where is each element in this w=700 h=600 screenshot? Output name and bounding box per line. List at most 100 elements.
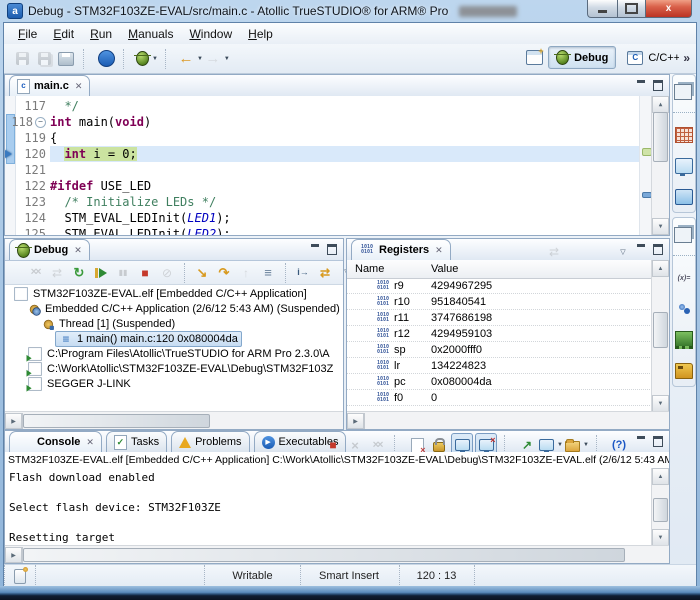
console-output[interactable]: Flash download enabled Select flash devi… [5,468,652,546]
info-button[interactable] [96,48,116,70]
device-fastview-button[interactable] [674,186,694,208]
editor-scroll-thumb[interactable] [653,112,668,162]
scroll-up-icon[interactable]: ▲ [652,468,669,485]
suspend-button[interactable] [113,263,133,282]
maximize-view-icon[interactable] [650,78,666,92]
close-tab-icon[interactable]: ✕ [75,81,83,92]
register-row[interactable]: lr134224823 [347,358,652,374]
register-row[interactable]: r124294959103 [347,326,652,342]
breakpoints-fastview-button[interactable] [674,298,694,320]
tab-console[interactable]: Console✕ [9,431,102,452]
registers-vertical-scrollbar[interactable]: ▲ ▼ [651,260,669,412]
tree-item[interactable]: STM32F103ZE-EVAL.elf [Embedded C/C++ App… [5,286,343,301]
reset-button[interactable] [69,263,89,282]
tab-debug[interactable]: Debug ✕ [9,239,90,260]
close-tab-icon[interactable]: ✕ [86,437,94,448]
scroll-down-icon[interactable]: ▼ [652,529,669,546]
disconnect-button[interactable] [157,263,177,282]
dropdown-arrow-icon[interactable]: ▼ [197,56,203,62]
column-name[interactable]: Name [347,263,384,275]
menu-manuals[interactable]: Manuals [120,25,181,43]
minimize-button[interactable] [587,0,618,18]
resume-button[interactable] [91,263,111,282]
tree-item[interactable]: Embedded C/C++ Application (2/6/12 5:43 … [5,301,343,316]
editor-vertical-scrollbar[interactable]: ▲ ▼ [651,96,669,235]
menu-run[interactable]: Run [82,25,120,43]
nav-forward-button[interactable]: ▼ [205,48,230,70]
print-button[interactable] [56,48,76,70]
tree-item[interactable]: Thread [1] (Suspended) [5,316,343,331]
console-vertical-scrollbar[interactable]: ▲ ▼ [651,468,669,546]
tab-registers[interactable]: Registers ✕ [351,239,451,260]
close-tab-icon[interactable]: ✕ [435,245,443,256]
register-row[interactable]: sp0x2000fff0 [347,342,652,358]
trace-button[interactable] [315,263,335,282]
perspective-debug-button[interactable]: Debug [548,46,616,69]
tree-item[interactable]: C:\Work\Atollic\STM32F103ZE-EVAL\Debug\S… [5,361,343,376]
dropdown-arrow-icon[interactable]: ▼ [557,442,563,448]
scroll-up-icon[interactable]: ▲ [652,260,669,277]
close-tab-icon[interactable]: ✕ [74,245,82,256]
maximize-view-icon[interactable] [650,242,666,256]
debug-horizontal-scrollbar[interactable]: ◀ ▶ [5,411,343,429]
minimize-view-icon[interactable] [633,78,649,92]
fold-minus-icon[interactable] [35,117,46,128]
tree-item[interactable]: C:\Program Files\Atollic\TrueSTUDIO for … [5,346,343,361]
memory-fastview-button[interactable] [674,329,694,351]
menu-window[interactable]: Window [181,25,240,43]
register-row[interactable]: r10951840541 [347,294,652,310]
connect-button[interactable] [47,263,67,282]
menu-file[interactable]: File [10,25,45,43]
console-scroll-thumb[interactable] [653,498,668,522]
scroll-right-icon[interactable]: ▶ [347,413,364,429]
nav-back-button[interactable]: ▼ [178,48,203,70]
registers-scroll-thumb[interactable] [653,312,668,348]
bug-button[interactable]: ▼ [136,48,158,70]
scroll-right-icon[interactable]: ▶ [5,547,22,563]
sfr-fastview-button[interactable] [674,360,694,382]
restore-fastview-button[interactable] [674,79,694,101]
step-return-button[interactable] [236,263,256,282]
register-row[interactable]: f00 [347,390,652,406]
remove-all-terminated-button[interactable] [25,263,45,282]
step-over-button[interactable] [214,263,234,282]
maximize-view-icon[interactable] [324,242,340,256]
restore-fastview-button[interactable] [674,222,694,244]
expressions-fastview-button[interactable] [674,267,694,289]
code-editor[interactable]: 117 */118int main(void)119{120 int i = 0… [5,96,669,235]
minimize-view-icon[interactable] [633,434,649,448]
dropdown-arrow-icon[interactable]: ▼ [224,56,230,62]
column-value[interactable]: Value [431,263,458,275]
minimize-view-icon[interactable] [307,242,323,256]
tab-tasks[interactable]: ✓Tasks [106,431,167,452]
console-scroll-thumb[interactable] [23,548,625,562]
save-button[interactable] [12,48,32,70]
dropdown-arrow-icon[interactable]: ▼ [583,442,589,448]
menu-help[interactable]: Help [240,25,281,43]
close-button[interactable]: x [646,0,692,18]
maximize-view-icon[interactable] [650,434,666,448]
console-help-button[interactable]: (?) [609,439,629,451]
perspective-more-chevron[interactable]: » [683,51,690,65]
step-mode-button[interactable] [293,263,313,282]
grid-fastview-button[interactable] [674,124,694,146]
perspective-cpp-button[interactable]: C C/C++ [620,47,679,68]
menu-edit[interactable]: Edit [45,25,82,43]
tree-item[interactable]: 1 main() main.c:120 0x080004da [5,331,343,346]
tree-item[interactable]: SEGGER J-LINK [5,376,343,391]
selected-stack-frame[interactable]: 1 main() main.c:120 0x080004da [55,331,242,347]
debug-scroll-thumb[interactable] [23,414,210,428]
instruction-stepping-button[interactable] [258,263,278,282]
scroll-up-icon[interactable]: ▲ [652,96,669,113]
scroll-down-icon[interactable]: ▼ [652,395,669,412]
step-into-button[interactable] [192,263,212,282]
save-all-button[interactable] [34,48,54,70]
dropdown-arrow-icon[interactable]: ▼ [152,56,158,62]
tab-problems[interactable]: Problems [171,431,249,452]
register-row[interactable]: r94294967295 [347,278,652,294]
register-row[interactable]: r113747686198 [347,310,652,326]
scroll-right-icon[interactable]: ▶ [5,413,22,429]
console-horizontal-scrollbar[interactable]: ◀ ▶ [5,545,669,563]
register-row[interactable]: pc0x080004da [347,374,652,390]
minimize-view-icon[interactable] [633,242,649,256]
